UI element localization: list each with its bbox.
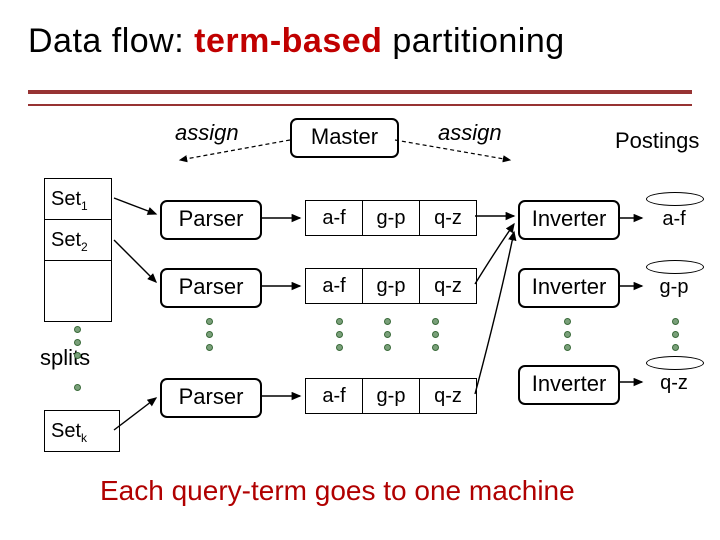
set1-cell: Set1 bbox=[44, 178, 112, 220]
vdots-icon bbox=[564, 318, 571, 351]
slide: Data flow: term-based partitioning assig… bbox=[0, 0, 720, 540]
slide-title: Data flow: term-based partitioning bbox=[28, 22, 565, 61]
vdots-icon bbox=[74, 384, 81, 391]
postings-qz: q-z bbox=[646, 360, 702, 406]
inverter-2: Inverter bbox=[518, 268, 620, 308]
seg3-a: a-f bbox=[306, 379, 363, 414]
vdots-icon bbox=[384, 318, 391, 351]
vdots-icon bbox=[206, 318, 213, 351]
title-post: partitioning bbox=[382, 22, 564, 60]
seg2-a: a-f bbox=[306, 269, 363, 304]
vdots-icon bbox=[336, 318, 343, 351]
vdots-icon bbox=[672, 318, 679, 351]
seg3-c: q-z bbox=[420, 379, 477, 414]
seg1-a: a-f bbox=[306, 201, 363, 236]
seg1-b: g-p bbox=[363, 201, 420, 236]
inverter-3: Inverter bbox=[518, 365, 620, 405]
parser-3: Parser bbox=[160, 378, 262, 418]
postings-af: a-f bbox=[646, 196, 702, 242]
set-stack: Set1 Set2 bbox=[44, 178, 112, 322]
label-assign-left: assign bbox=[175, 120, 239, 146]
parser-2: Parser bbox=[160, 268, 262, 308]
vdots-icon bbox=[74, 326, 81, 359]
parser-1: Parser bbox=[160, 200, 262, 240]
label-postings: Postings bbox=[615, 128, 699, 154]
seg1-c: q-z bbox=[420, 201, 477, 236]
set-blank-cell bbox=[44, 261, 112, 322]
seg2-b: g-p bbox=[363, 269, 420, 304]
title-rule bbox=[28, 90, 692, 106]
segments-1: a-f g-p q-z bbox=[305, 200, 477, 236]
footer-caption: Each query-term goes to one machine bbox=[100, 475, 575, 507]
vdots-icon bbox=[432, 318, 439, 351]
inverter-1: Inverter bbox=[518, 200, 620, 240]
label-splits: splits bbox=[40, 345, 90, 371]
setk-cell: Setk bbox=[44, 410, 120, 452]
title-emphasis: term-based bbox=[194, 22, 382, 60]
set2-cell: Set2 bbox=[44, 220, 112, 261]
title-pre: Data flow: bbox=[28, 22, 194, 60]
segments-2: a-f g-p q-z bbox=[305, 268, 477, 304]
seg3-b: g-p bbox=[363, 379, 420, 414]
segments-3: a-f g-p q-z bbox=[305, 378, 477, 414]
label-assign-right: assign bbox=[438, 120, 502, 146]
postings-gp: g-p bbox=[646, 264, 702, 310]
master-node: Master bbox=[290, 118, 399, 158]
seg2-c: q-z bbox=[420, 269, 477, 304]
